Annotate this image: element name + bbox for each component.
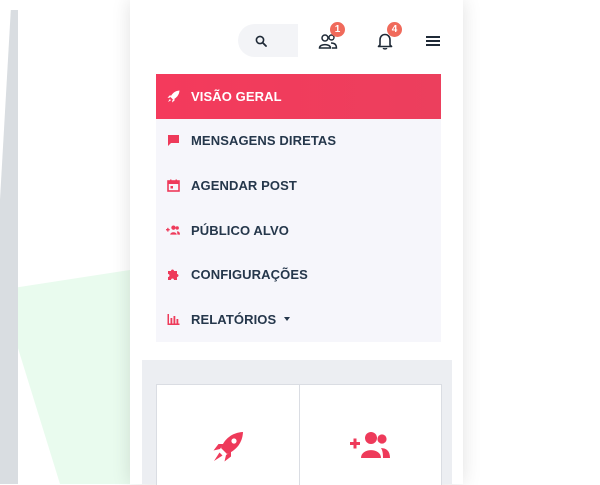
menu-item-relatorios[interactable]: RELATÓRIOS	[156, 297, 441, 342]
add-users-icon	[166, 223, 180, 237]
chevron-down-icon[interactable]	[284, 317, 291, 322]
menu-item-label: RELATÓRIOS	[191, 311, 277, 327]
feature-cards	[156, 384, 442, 485]
feature-card-audience[interactable]	[298, 385, 442, 485]
menu-item-label: CONFIGURAÇÕES	[191, 267, 308, 283]
menu-item-label: MENSAGENS DIRETAS	[191, 133, 337, 149]
bar-chart-icon	[166, 312, 180, 326]
audience-button[interactable]: 1	[311, 22, 345, 56]
notifications-button[interactable]: 4	[368, 22, 402, 56]
phone-screen: 1 4 VISÃO GERAL MENSAGENS DIRETAS AGENDA…	[130, 0, 463, 485]
menu-toggle-button[interactable]	[416, 26, 450, 56]
add-users-icon	[350, 432, 391, 458]
menu-item-visao-geral[interactable]: VISÃO GERAL	[156, 74, 441, 119]
top-bar: 1 4	[130, 0, 463, 72]
side-menu: VISÃO GERAL MENSAGENS DIRETAS AGENDAR PO…	[156, 74, 441, 342]
feature-card-overview[interactable]	[157, 385, 299, 485]
search-button[interactable]	[238, 24, 298, 57]
menu-item-agendar-post[interactable]: AGENDAR POST	[156, 163, 441, 208]
menu-item-label: AGENDAR POST	[191, 177, 297, 193]
message-icon	[166, 134, 180, 148]
notifications-badge: 4	[387, 22, 402, 37]
rocket-icon	[166, 89, 180, 103]
dashboard-content	[142, 360, 452, 485]
puzzle-icon	[166, 268, 180, 282]
audience-badge: 1	[330, 22, 345, 37]
menu-item-configuracoes[interactable]: CONFIGURAÇÕES	[156, 252, 441, 297]
hamburger-icon	[426, 36, 440, 46]
rocket-icon	[213, 432, 243, 462]
search-icon	[255, 35, 267, 47]
menu-item-publico-alvo[interactable]: PÚBLICO ALVO	[156, 208, 441, 253]
calendar-icon	[166, 178, 180, 192]
menu-item-label: PÚBLICO ALVO	[191, 222, 289, 238]
menu-item-mensagens-diretas[interactable]: MENSAGENS DIRETAS	[156, 119, 441, 164]
menu-item-label: VISÃO GERAL	[191, 88, 282, 104]
